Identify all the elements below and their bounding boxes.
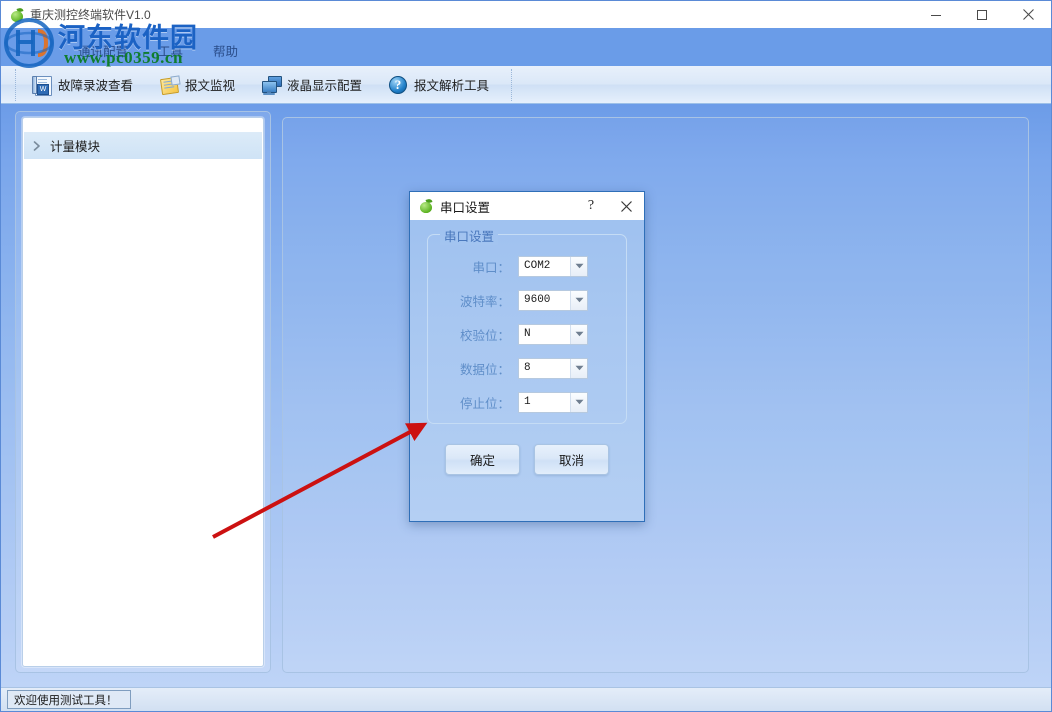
window-title-bar: 重庆测控终端软件V1.0: [1, 1, 1051, 28]
application-window: 重庆测控终端软件V1.0 通讯配置 工具 帮助 W 故障录波查看 报文监视 液晶…: [0, 0, 1052, 712]
dialog-apple-icon: [418, 198, 434, 214]
combo-baud-rate-value: 9600: [524, 294, 551, 306]
toolbar-label-fault-wave-view: 故障录波查看: [58, 79, 134, 93]
chevron-right-icon[interactable]: [24, 132, 50, 159]
tree-panel-frame: 计量模块: [15, 111, 271, 673]
toolbar-button-fault-wave-view[interactable]: W 故障录波查看: [22, 71, 143, 99]
label-port: 串口：: [472, 260, 510, 275]
toolbar-button-lcd-display-config[interactable]: 液晶显示配置: [251, 71, 372, 99]
minimize-icon: [931, 14, 941, 16]
status-message: 欢迎使用测试工具！: [14, 694, 118, 707]
combo-data-bits-value: 8: [524, 362, 531, 374]
menu-bar: 通讯配置 工具 帮助: [75, 40, 241, 61]
tree-item-label: 计量模块: [50, 140, 101, 154]
dialog-title-bar: 串口设置 ?: [410, 192, 644, 220]
combo-baud-rate[interactable]: 9600: [518, 289, 588, 311]
label-parity-bit: 校验位：: [459, 328, 510, 343]
content-panel: [282, 117, 1029, 673]
menu-item-help[interactable]: 帮助: [210, 40, 241, 61]
serial-settings-groupbox: 串口设置 串口： COM2 波特率： 9600 校验位： N 数据位： 8 停止…: [427, 226, 628, 424]
dialog-close-button[interactable]: [608, 192, 644, 220]
chevron-down-icon[interactable]: [570, 358, 587, 378]
chevron-down-icon[interactable]: [570, 256, 587, 276]
menu-item-comm-config[interactable]: 通讯配置: [75, 40, 131, 61]
status-message-cell: 欢迎使用测试工具！: [7, 690, 131, 709]
ok-button[interactable]: 确定: [445, 444, 520, 475]
toolbar-button-message-parse-tool[interactable]: ? 报文解析工具: [378, 71, 499, 99]
chevron-down-icon[interactable]: [570, 392, 587, 412]
menu-item-tools[interactable]: 工具: [155, 40, 186, 61]
tree-item-metering-module[interactable]: 计量模块: [24, 132, 262, 159]
chevron-down-icon[interactable]: [570, 324, 587, 344]
cancel-button[interactable]: 取消: [534, 444, 609, 475]
app-apple-icon: [9, 6, 25, 23]
status-bar: 欢迎使用测试工具！: [1, 687, 1051, 711]
window-title: 重庆测控终端软件V1.0: [30, 8, 151, 22]
note-icon: [159, 74, 181, 95]
combo-stop-bits-value: 1: [524, 396, 531, 408]
toolbar-button-message-monitor[interactable]: 报文监视: [149, 71, 245, 99]
field-row-port: 串口： COM2: [428, 251, 628, 281]
help-icon-glyph: ?: [394, 76, 402, 92]
combo-port-value: COM2: [524, 260, 551, 272]
dialog-help-button[interactable]: ?: [574, 192, 608, 220]
window-controls: [913, 1, 1051, 28]
maximize-button[interactable]: [959, 1, 1005, 28]
close-icon: [620, 200, 632, 212]
minimize-button[interactable]: [913, 1, 959, 28]
close-button[interactable]: [1005, 1, 1051, 28]
notebook-icon-badge: W: [37, 83, 49, 95]
notebook-icon: W: [32, 75, 52, 96]
serial-port-settings-dialog: 串口设置 ? 串口设置 串口： COM2 波特率： 9600 校验位： N 数据…: [409, 191, 645, 522]
label-stop-bits: 停止位：: [459, 396, 510, 411]
field-row-data-bits: 数据位： 8: [428, 353, 628, 383]
field-row-baud-rate: 波特率： 9600: [428, 285, 628, 315]
toolbar-button-group: W 故障录波查看 报文监视 液晶显示配置 ? 报文解析工具: [15, 68, 513, 101]
groupbox-title: 串口设置: [440, 226, 499, 245]
label-data-bits: 数据位：: [459, 362, 510, 377]
field-row-parity-bit: 校验位： N: [428, 319, 628, 349]
combo-data-bits[interactable]: 8: [518, 357, 588, 379]
chevron-down-icon[interactable]: [570, 290, 587, 310]
client-area: 计量模块 串口设置 ? 串口设置 串口： COM2 波特率： 9600 校验位：…: [1, 104, 1051, 687]
maximize-icon: [977, 9, 987, 20]
field-row-stop-bits: 停止位： 1: [428, 387, 628, 417]
combo-port[interactable]: COM2: [518, 255, 588, 277]
toolbar-label-message-monitor: 报文监视: [185, 79, 236, 93]
dialog-button-row: 确定 取消: [410, 444, 644, 484]
toolbar: W 故障录波查看 报文监视 液晶显示配置 ? 报文解析工具: [1, 66, 1051, 104]
tree-panel[interactable]: 计量模块: [22, 117, 264, 667]
toolbar-label-message-parse-tool: 报文解析工具: [414, 79, 490, 93]
close-icon: [1022, 9, 1034, 20]
dialog-title: 串口设置: [440, 200, 491, 215]
label-baud-rate: 波特率：: [459, 294, 510, 309]
monitors-icon: [261, 75, 283, 95]
dialog-title-buttons: ?: [574, 192, 644, 220]
combo-stop-bits[interactable]: 1: [518, 391, 588, 413]
combo-parity-bit[interactable]: N: [518, 323, 588, 345]
combo-parity-bit-value: N: [524, 328, 531, 340]
toolbar-label-lcd-display-config: 液晶显示配置: [287, 79, 363, 93]
help-icon: ?: [388, 75, 408, 95]
menu-band: 通讯配置 工具 帮助: [1, 28, 1051, 66]
